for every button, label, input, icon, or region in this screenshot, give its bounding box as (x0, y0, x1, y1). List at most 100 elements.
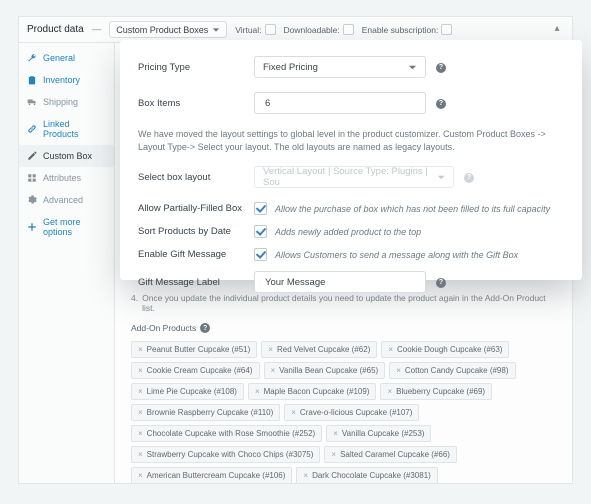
addon-product-tag[interactable]: ×Dark Chocolate Cupcake (#3081) (296, 467, 437, 483)
remove-tag-icon[interactable]: × (138, 387, 143, 396)
layout-row: Select box layout Vertical Layout | Sour… (138, 166, 562, 188)
sort-checkbox[interactable] (254, 225, 267, 238)
chevron-down-icon (408, 63, 417, 72)
virtual-toggle[interactable]: Virtual: (235, 24, 275, 35)
gift-message-row: Gift Message Label ? (138, 271, 562, 293)
addon-product-tag[interactable]: × Vanilla Cupcake (#253) (326, 425, 431, 442)
tab-shipping[interactable]: Shipping (19, 91, 114, 113)
addon-product-tag[interactable]: ×Crave-o-licious Cupcake (#107) (284, 404, 419, 421)
gift-message-help[interactable]: ? (436, 276, 446, 288)
pricing-help[interactable]: ? (436, 61, 446, 73)
addon-product-name: Cotton Candy Cupcake (#98) (405, 366, 509, 375)
clipboard-icon (27, 75, 37, 85)
layout-help: ? (464, 171, 474, 183)
layout-value: Vertical Layout | Source Type: Plugins |… (263, 166, 437, 188)
update-note: 4. Once you update the individual produc… (131, 293, 556, 313)
partial-checkbox[interactable] (254, 202, 267, 215)
plus-icon (27, 222, 37, 232)
remove-tag-icon[interactable]: × (387, 387, 392, 396)
gift-message-field[interactable] (254, 271, 426, 293)
remove-tag-icon[interactable]: × (388, 345, 393, 354)
addon-product-tag[interactable]: ×Cookie Cream Cupcake (#64) (131, 362, 260, 379)
addon-product-name: Vanilla Cupcake (#253) (342, 429, 425, 438)
addon-label-text: Add-On Products (131, 323, 196, 333)
tab-inventory[interactable]: Inventory (19, 69, 114, 91)
addon-product-tag[interactable]: × Red Velvet Cupcake (#62) (261, 341, 377, 358)
addon-product-name: Red Velvet Cupcake (#62) (277, 345, 370, 354)
chevron-down-icon (212, 26, 220, 34)
gift-checkbox[interactable] (254, 248, 267, 261)
box-items-input[interactable] (263, 97, 417, 110)
layout-label: Select box layout (138, 172, 254, 183)
addon-products-label: Add-On Products ? (131, 323, 556, 333)
virtual-checkbox[interactable] (265, 24, 276, 35)
remove-tag-icon[interactable]: × (138, 450, 143, 459)
note-text: Once you update the individual product d… (142, 293, 556, 313)
panel-collapse-toggle[interactable]: ▴ (550, 23, 564, 37)
addon-product-name: Cookie Dough Cupcake (#63) (397, 345, 502, 354)
addon-product-tag[interactable]: ×American Buttercream Cupcake (#106) (131, 467, 292, 483)
subscription-checkbox[interactable] (441, 24, 452, 35)
subscription-label: Enable subscription: (362, 25, 439, 35)
addon-product-name: Blueberry Cupcake (#69) (396, 387, 485, 396)
remove-tag-icon[interactable]: × (138, 345, 143, 354)
title-dash: — (92, 24, 102, 35)
gift-message-label: Gift Message Label (138, 277, 254, 288)
gift-desc: Allows Customers to send a message along… (275, 250, 518, 260)
subscription-toggle[interactable]: Enable subscription: (362, 24, 453, 35)
remove-tag-icon[interactable]: × (331, 450, 336, 459)
sort-label: Sort Products by Date (138, 226, 254, 237)
addon-product-tag[interactable]: ×Salted Caramel Cupcake (#66) (324, 446, 457, 463)
remove-tag-icon[interactable]: × (271, 366, 276, 375)
addon-product-tag[interactable]: ×Lime Pie Cupcake (#108) (131, 383, 244, 400)
remove-tag-icon[interactable]: × (333, 429, 338, 438)
tab-attributes[interactable]: Attributes (19, 167, 114, 189)
addon-products-list[interactable]: × Peanut Butter Cupcake (#51) × Red Velvet … (131, 341, 556, 483)
tab-get-more[interactable]: Get more options (19, 211, 114, 243)
box-items-row: Box Items ? (138, 92, 562, 114)
addon-product-tag[interactable]: ×Vanilla Bean Cupcake (#65) (264, 362, 386, 379)
pricing-type-select[interactable]: Fixed Pricing (254, 56, 426, 78)
remove-tag-icon[interactable]: × (396, 366, 401, 375)
remove-tag-icon[interactable]: × (138, 471, 143, 480)
note-index: 4. (131, 293, 138, 313)
tab-general[interactable]: General (19, 47, 114, 69)
help-icon[interactable]: ? (200, 323, 210, 333)
gear-icon (27, 195, 37, 205)
remove-tag-icon[interactable]: × (291, 408, 296, 417)
downloadable-toggle[interactable]: Downloadable: (284, 24, 354, 35)
addon-product-tag[interactable]: × Blueberry Cupcake (#69) (380, 383, 492, 400)
addon-product-tag[interactable]: ×Strawberry Cupcake with Choco Chips (#3… (131, 446, 320, 463)
remove-tag-icon[interactable]: × (138, 429, 143, 438)
remove-tag-icon[interactable]: × (255, 387, 260, 396)
layout-select: Vertical Layout | Source Type: Plugins |… (254, 166, 454, 188)
gift-label: Enable Gift Message (138, 249, 254, 260)
remove-tag-icon[interactable]: × (138, 408, 143, 417)
box-items-label: Box Items (138, 98, 254, 109)
pricing-type-label: Pricing Type (138, 62, 254, 73)
addon-product-tag[interactable]: × Chocolate Cupcake with Rose Smoothie (#… (131, 425, 322, 442)
addon-product-tag[interactable]: ×Maple Bacon Cupcake (#109) (248, 383, 377, 400)
addon-product-tag[interactable]: × Cookie Dough Cupcake (#63) (381, 341, 509, 358)
addon-product-tag[interactable]: ×Brownie Raspberry Cupcake (#110) (131, 404, 280, 421)
remove-tag-icon[interactable]: × (138, 366, 143, 375)
wrench-icon (27, 53, 37, 63)
tab-advanced[interactable]: Advanced (19, 189, 114, 211)
tab-label: General (43, 53, 75, 63)
downloadable-checkbox[interactable] (343, 24, 354, 35)
tab-linked-products[interactable]: Linked Products (19, 113, 114, 145)
sort-row: Sort Products by Date Adds newly added p… (138, 225, 562, 238)
addon-product-tag[interactable]: × Peanut Butter Cupcake (#51) (131, 341, 257, 358)
addon-product-name: Vanilla Bean Cupcake (#65) (279, 366, 378, 375)
product-type-select[interactable]: Custom Product Boxes (109, 21, 227, 38)
remove-tag-icon[interactable]: × (268, 345, 273, 354)
gift-message-input[interactable] (263, 276, 417, 289)
remove-tag-icon[interactable]: × (303, 471, 308, 480)
box-items-field[interactable] (254, 92, 426, 114)
items-help[interactable]: ? (436, 97, 446, 109)
addon-product-tag[interactable]: × Cotton Candy Cupcake (#98) (389, 362, 515, 379)
partial-desc: Allow the purchase of box which has not … (275, 204, 550, 214)
addon-product-name: Chocolate Cupcake with Rose Smoothie (#2… (147, 429, 316, 438)
tab-custom-box[interactable]: Custom Box (19, 145, 114, 167)
addon-product-name: Peanut Butter Cupcake (#51) (147, 345, 251, 354)
